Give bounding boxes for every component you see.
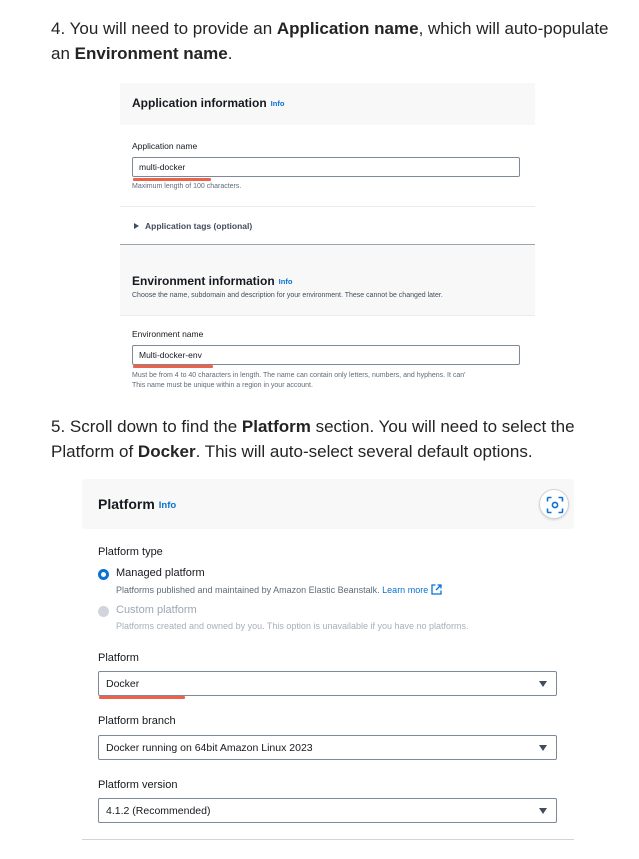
highlight-underline: [99, 696, 185, 699]
focus-mode-button[interactable]: [539, 489, 569, 519]
managed-platform-label: Managed platform: [116, 567, 205, 579]
env-name-value: Multi-docker-env: [139, 350, 202, 360]
managed-platform-desc-text: Platforms published and maintained by Am…: [116, 585, 380, 595]
step-5-text: 5. Scroll down to find the: [51, 417, 242, 436]
env-name-hint-line-2: This name must be unique within a region…: [132, 381, 313, 389]
highlight-underline: [133, 365, 213, 368]
application-environment-panel: Application information Info Application …: [120, 83, 535, 393]
platform-select-value: Docker: [106, 678, 140, 690]
env-name-hint-line-1: Must be from 4 to 40 characters in lengt…: [132, 372, 466, 379]
platform-version-value: 4.1.2 (Recommended): [106, 805, 211, 817]
step-5-bold-platform: Platform: [241, 417, 311, 436]
managed-platform-radio[interactable]: [98, 569, 109, 580]
platform-branch-label: Platform branch: [98, 715, 176, 727]
environment-info-header: Environment information Info Choose the n…: [120, 245, 535, 315]
caret-down-icon: [539, 808, 547, 814]
info-link[interactable]: Info: [279, 277, 293, 286]
highlight-underline: [133, 178, 211, 181]
platform-select[interactable]: Docker: [98, 671, 557, 696]
custom-platform-label: Custom platform: [116, 604, 197, 616]
step-5-text: . This will auto-select several default …: [195, 442, 533, 461]
platform-branch-select[interactable]: Docker running on 64bit Amazon Linux 202…: [98, 735, 557, 760]
application-info-title-text: Application information: [132, 96, 267, 110]
step-4-bold-app-name: Application name: [276, 19, 419, 38]
platform-title-text: Platform: [98, 496, 155, 512]
platform-version-label: Platform version: [98, 779, 178, 791]
focus-icon: [546, 496, 564, 514]
step-4-text: .: [227, 44, 233, 63]
environment-info-title: Environment information Info: [132, 274, 292, 288]
platform-branch-value: Docker running on 64bit Amazon Linux 202…: [106, 742, 313, 754]
caret-down-icon: [539, 745, 547, 751]
platform-header: Platform Info: [82, 479, 574, 529]
environment-info-description: Choose the name, subdomain and descripti…: [132, 292, 443, 299]
divider: [120, 206, 535, 207]
app-name-input[interactable]: multi-docker: [132, 157, 520, 177]
platform-type-label: Platform type: [98, 546, 163, 558]
step-4-bold-env-name: Environment name: [74, 44, 228, 63]
app-name-hint: Maximum length of 100 characters.: [132, 183, 242, 190]
info-link[interactable]: Info: [271, 99, 285, 108]
custom-platform-radio: [98, 606, 109, 617]
step-5-instruction: 5. Scroll down to find the Platform sect…: [51, 414, 611, 464]
app-name-label: Application name: [132, 141, 198, 151]
caret-right-icon: [134, 223, 139, 229]
env-name-label: Environment name: [132, 329, 204, 339]
external-link-icon: [431, 584, 442, 595]
platform-label: Platform: [98, 652, 139, 664]
application-info-title: Application information Info: [132, 96, 284, 110]
custom-platform-description: Platforms created and owned by you. This…: [116, 621, 469, 631]
info-link[interactable]: Info: [159, 500, 176, 511]
step-4-text: 4. You will need to provide an: [51, 19, 277, 38]
application-info-header: Application information Info: [120, 83, 535, 125]
divider: [120, 315, 535, 316]
managed-platform-description: Platforms published and maintained by Am…: [116, 584, 442, 595]
application-tags-toggle[interactable]: Application tags (optional): [134, 221, 252, 231]
caret-down-icon: [539, 681, 547, 687]
application-tags-label: Application tags (optional): [145, 221, 253, 231]
platform-version-select[interactable]: 4.1.2 (Recommended): [98, 798, 557, 823]
env-name-input[interactable]: Multi-docker-env: [132, 345, 520, 365]
panel-bottom-border: [82, 839, 574, 840]
app-name-value: multi-docker: [139, 162, 186, 172]
env-name-hint: Must be from 4 to 40 characters in lengt…: [132, 371, 535, 390]
platform-panel: Platform Info Platform type Managed platf…: [82, 479, 574, 841]
step-4-instruction: 4. You will need to provide an Applicati…: [51, 16, 611, 66]
learn-more-link[interactable]: Learn more: [382, 585, 428, 595]
platform-title: Platform Info: [98, 496, 176, 512]
step-5-bold-docker: Docker: [137, 442, 196, 461]
environment-info-title-text: Environment information: [132, 274, 275, 288]
